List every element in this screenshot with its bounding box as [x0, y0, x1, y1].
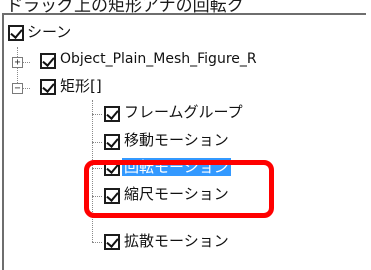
checkbox-rect[interactable] — [40, 79, 56, 95]
checkbox-scene[interactable] — [8, 25, 24, 41]
tree-item-frame-group[interactable]: フレームグループ — [122, 103, 245, 121]
expand-icon[interactable]: + — [12, 57, 23, 68]
checkbox-move-motion[interactable] — [104, 134, 120, 150]
tree-item-object-mesh[interactable]: Object_Plain_Mesh_Figure_R — [58, 50, 259, 68]
tree-item-scene[interactable]: シーン — [25, 23, 73, 41]
screenshot-stage: ドラッグ上の矩形アナの回転ク シーン + Object_Plain_Mesh_F… — [0, 0, 371, 270]
tree-line — [92, 242, 102, 243]
tree-item-rect[interactable]: 矩形[] — [58, 77, 104, 95]
tree-line — [92, 114, 102, 115]
checkbox-frame-group[interactable] — [104, 106, 120, 122]
tree-item-move-motion[interactable]: 移動モーション — [122, 131, 231, 149]
checkbox-scale-motion[interactable] — [104, 188, 120, 204]
tree-view[interactable]: シーン + Object_Plain_Mesh_Figure_R − 矩形[] … — [2, 13, 366, 270]
tree-line — [92, 100, 93, 242]
tree-item-rotate-motion[interactable]: 回転モーション — [122, 158, 231, 176]
checkbox-diffuse-motion[interactable] — [104, 234, 120, 250]
tree-line — [23, 88, 30, 89]
collapse-icon[interactable]: − — [12, 83, 23, 94]
checkbox-rotate-motion[interactable] — [104, 160, 120, 176]
tree-line — [92, 142, 102, 143]
tree-line — [92, 196, 102, 197]
tree-item-diffuse-motion[interactable]: 拡散モーション — [122, 232, 231, 250]
tree-line — [92, 168, 102, 169]
tree-line — [23, 62, 30, 63]
tree-item-scale-motion[interactable]: 縮尺モーション — [122, 185, 231, 203]
checkbox-object-mesh[interactable] — [40, 53, 56, 69]
